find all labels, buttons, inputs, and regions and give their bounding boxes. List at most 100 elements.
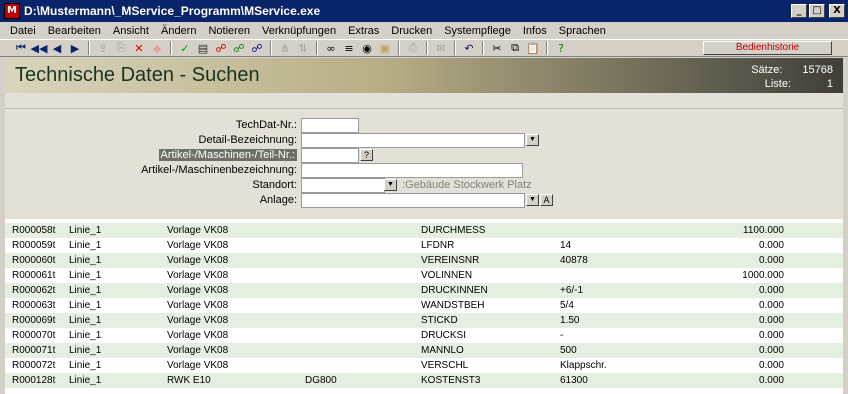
menu-systempflege[interactable]: Systempflege — [438, 25, 517, 37]
detail-dropdown-button[interactable]: ▼ — [526, 134, 539, 146]
minimize-button[interactable]: _ — [791, 4, 807, 18]
table-row[interactable]: R000063t Linie_1 Vorlage VK08 WANDSTBEH 5/4 0… — [5, 298, 843, 313]
results-list: R000058t Linie_1 Vorlage VK08 DURCHMESS 1100… — [5, 219, 843, 394]
view-icon[interactable]: ◉ — [358, 41, 376, 55]
row-artikel-nr: Artikel-/Maschinen-/Teil-Nr.: ? — [5, 148, 843, 163]
cell-id: R000072t — [12, 360, 56, 371]
cell-linie: Linie_1 — [69, 270, 102, 281]
sort-icon[interactable]: ⇅ — [294, 41, 312, 55]
menu-aendern[interactable]: Ändern — [155, 25, 202, 37]
menu-drucken[interactable]: Drucken — [385, 25, 438, 37]
menu-datei[interactable]: Datei — [4, 25, 42, 37]
help-icon[interactable]: ? — [552, 41, 570, 55]
cut-icon[interactable]: ✂ — [488, 41, 506, 55]
app-icon[interactable] — [4, 3, 20, 19]
undo-icon[interactable]: ↶ — [460, 41, 478, 55]
toolbar-separator — [316, 41, 318, 55]
row-techdat: TechDat-Nr.: — [5, 118, 843, 133]
artikel-bez-label: Artikel-/Maschinenbezeichnung: — [141, 164, 297, 176]
table-row[interactable]: R000072t Linie_1 Vorlage VK08 VERSCHL Klapps… — [5, 358, 843, 373]
mail-icon[interactable]: ✉ — [432, 41, 450, 55]
print-icon[interactable]: ⎙ — [404, 41, 422, 55]
maximize-button[interactable]: □ — [809, 4, 825, 18]
cell-vorlage: RWK E10 — [167, 375, 211, 386]
search-form: TechDat-Nr.: Detail-Bezeichnung: ▼ Artik… — [5, 109, 843, 219]
table-row[interactable]: R000069t Linie_1 Vorlage VK08 STICKD 1.50 0.0… — [5, 313, 843, 328]
table-row[interactable]: R000070t Linie_1 Vorlage VK08 DRUCKSI - 0.000 — [5, 328, 843, 343]
anlage-a-button[interactable]: A — [540, 194, 553, 206]
cell-param: VEREINSNR — [421, 255, 480, 266]
menu-sprachen[interactable]: Sprachen — [553, 25, 612, 37]
cell-vorlage: Vorlage VK08 — [167, 360, 229, 371]
cell-linie: Linie_1 — [69, 240, 102, 251]
branch-icon[interactable]: ⋔ — [276, 41, 294, 55]
table-row[interactable]: R000061t Linie_1 Vorlage VK08 VOLINNEN 1000.… — [5, 268, 843, 283]
row-artikel-bez: Artikel-/Maschinenbezeichnung: — [5, 163, 843, 178]
cell-linie: Linie_1 — [69, 300, 102, 311]
next-record-icon[interactable]: ▶ — [66, 41, 84, 55]
copy-record-icon[interactable]: ⎘ — [112, 41, 130, 55]
cell-linie: Linie_1 — [69, 225, 102, 236]
delete-icon[interactable]: ✕ — [130, 41, 148, 55]
techdat-input[interactable] — [301, 118, 359, 133]
menu-extras[interactable]: Extras — [342, 25, 385, 37]
standort-input[interactable] — [301, 178, 385, 193]
table-row[interactable]: R000058t Linie_1 Vorlage VK08 DURCHMESS 1100… — [5, 223, 843, 238]
calculator-icon[interactable]: ▤ — [194, 41, 212, 55]
cell-id: R000069t — [12, 315, 56, 326]
stat-saetze-value: 15768 — [802, 64, 833, 76]
cell-linie: Linie_1 — [69, 345, 102, 356]
link-red-icon[interactable]: ☍ — [212, 41, 230, 55]
artikel-nr-lookup-button[interactable]: ? — [360, 149, 373, 161]
artikel-nr-input[interactable] — [301, 148, 359, 163]
cell-zahl: 0.000 — [758, 375, 784, 386]
link-green-icon[interactable]: ☍ — [230, 41, 248, 55]
toolbar-separator — [426, 41, 428, 55]
binoculars-icon[interactable]: ∞ — [322, 41, 340, 55]
cell-vorlage: Vorlage VK08 — [167, 270, 229, 281]
export-icon[interactable]: ⇪ — [94, 41, 112, 55]
table-row[interactable]: R000060t Linie_1 Vorlage VK08 VEREINSNR 4087… — [5, 253, 843, 268]
cell-id: R000062t — [12, 285, 56, 296]
cell-param: MANNLO — [421, 345, 464, 356]
cell-vorlage: Vorlage VK08 — [167, 330, 229, 341]
menu-infos[interactable]: Infos — [517, 25, 553, 37]
close-button[interactable]: X — [829, 4, 845, 18]
list-icon[interactable]: ≡ — [340, 41, 358, 55]
cell-param: DURCHMESS — [421, 225, 486, 236]
toolbar-separator — [88, 41, 90, 55]
table-row[interactable]: R000071t Linie_1 Vorlage VK08 MANNLO 500 0.00… — [5, 343, 843, 358]
toolbar-separator — [270, 41, 272, 55]
toolbar-separator — [398, 41, 400, 55]
table-row[interactable]: R000062t Linie_1 Vorlage VK08 DRUCKINNEN +6/… — [5, 283, 843, 298]
menu-ansicht[interactable]: Ansicht — [107, 25, 155, 37]
eraser-icon[interactable]: ◆ — [148, 41, 166, 55]
table-row[interactable]: R000059t Linie_1 Vorlage VK08 LFDNR 14 0.000 — [5, 238, 843, 253]
confirm-icon[interactable]: ✓ — [176, 41, 194, 55]
prev-record-icon[interactable]: ◀ — [48, 41, 66, 55]
menu-bearbeiten[interactable]: Bearbeiten — [42, 25, 107, 37]
menu-verknuepfungen[interactable]: Verknüpfungen — [256, 25, 342, 37]
row-anlage: Anlage: ▼ A — [5, 193, 843, 208]
paste-icon[interactable]: 📋 — [524, 41, 542, 55]
cell-wert: 14 — [560, 240, 572, 251]
cell-vorlage: Vorlage VK08 — [167, 255, 229, 266]
cell-id: R000061t — [12, 270, 56, 281]
standort-dropdown-button[interactable]: ▼ — [384, 179, 397, 191]
first-record-icon[interactable]: ⏮ — [12, 41, 30, 55]
menu-notieren[interactable]: Notieren — [202, 25, 256, 37]
bedienhistorie-button[interactable]: Bedienhistorie — [703, 41, 832, 55]
anlage-dropdown-button[interactable]: ▼ — [526, 194, 539, 206]
cell-zahl: 0.000 — [758, 285, 784, 296]
cell-wert: 40878 — [560, 255, 588, 266]
cell-id: R000059t — [12, 240, 56, 251]
detail-input[interactable] — [301, 133, 525, 148]
cell-id: R000128t — [12, 375, 56, 386]
table-row[interactable]: R000128t Linie_1 RWK E10 DG800 KOSTENST3 6130… — [5, 373, 843, 388]
anlage-input[interactable] — [301, 193, 525, 208]
artikel-bez-input[interactable] — [301, 163, 523, 178]
link-blue-icon[interactable]: ☍ — [248, 41, 266, 55]
image-icon[interactable]: ▣ — [376, 41, 394, 55]
prev-page-icon[interactable]: ◀◀ — [30, 41, 48, 55]
copy-icon[interactable]: ⧉ — [506, 41, 524, 55]
